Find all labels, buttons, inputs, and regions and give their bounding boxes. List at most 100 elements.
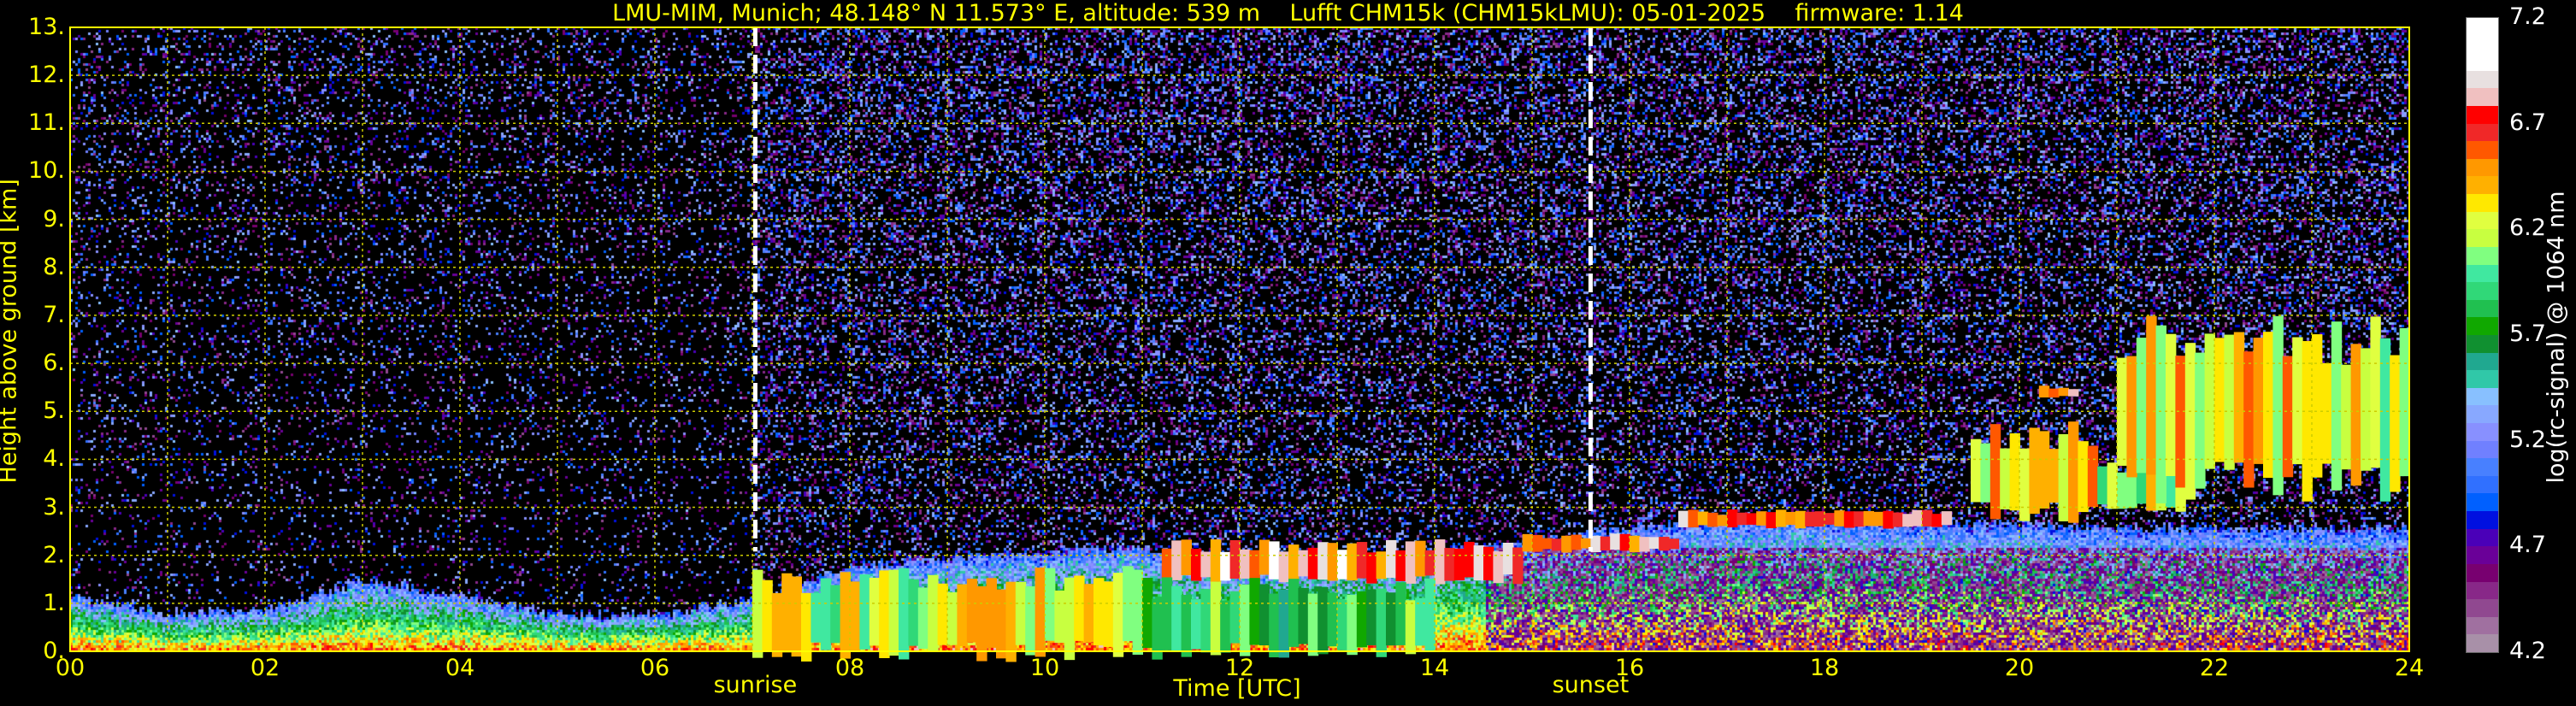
cloud-feature-mark (1922, 509, 1933, 527)
cloud-feature-mark (1630, 535, 1641, 553)
colorbar-swatch (2467, 352, 2498, 371)
cloud-feature-mark (869, 577, 881, 646)
x-tick-label: 22 (2199, 655, 2230, 681)
colorbar-swatch (2467, 334, 2498, 353)
colorbar-swatch (2467, 141, 2498, 159)
cloud-feature-mark (1288, 544, 1300, 584)
cloud-feature-mark (1035, 568, 1046, 657)
cloud-feature-mark (1483, 546, 1494, 580)
colorbar-swatch (2467, 511, 2498, 529)
cloud-feature-mark (791, 576, 802, 657)
cloud-feature-mark (1746, 513, 1758, 525)
cloud-feature-mark (1181, 594, 1192, 657)
cloud-feature-mark (1912, 509, 1923, 527)
y-tick-label: 11. (28, 109, 65, 137)
cloud-feature-mark (1727, 509, 1738, 528)
cloud-feature-mark (1045, 568, 1056, 641)
cloud-feature-mark (888, 569, 899, 656)
cloud-feature-mark (859, 574, 870, 650)
cloud-feature-mark (840, 572, 851, 659)
cloud-feature-mark (1805, 511, 1816, 527)
cloud-feature-mark (1395, 582, 1406, 645)
cloud-feature-mark (1971, 438, 1982, 503)
colorbar-swatch (2467, 35, 2498, 54)
cloud-feature-mark (1220, 600, 1231, 653)
colorbar-tick-label: 7.2 (2509, 3, 2546, 30)
cloud-feature-mark (2341, 364, 2352, 470)
colorbar-swatch (2467, 70, 2498, 89)
cloud-feature-mark (1347, 543, 1358, 581)
cloud-feature-mark (1229, 539, 1241, 580)
colorbar-swatch (2467, 176, 2498, 195)
colorbar-swatch (2467, 123, 2498, 142)
cloud-feature-mark (1054, 590, 1065, 644)
y-tick-label: 4. (43, 445, 65, 473)
cloud-feature-mark (1386, 539, 1397, 579)
cloud-feature-mark (1259, 539, 1270, 575)
sunset-label: sunset (1552, 672, 1630, 698)
cloud-feature-mark (1327, 543, 1338, 581)
cloud-feature-mark (976, 585, 987, 662)
cloud-feature-mark (1707, 512, 1718, 527)
cloud-feature-mark (1892, 512, 1904, 527)
cloud-feature-mark (2350, 344, 2361, 486)
cloud-feature-mark (1298, 587, 1309, 644)
cloud-feature-mark (1697, 511, 1709, 526)
colorbar-swatch (2467, 53, 2498, 71)
cloud-feature-mark (1854, 511, 1865, 527)
cloud-feature-mark (1453, 548, 1465, 580)
cloud-feature-mark (1843, 511, 1855, 528)
y-tick-label: 2. (43, 541, 65, 568)
cloud-feature-mark (1200, 589, 1211, 653)
cloud-feature-mark (1824, 513, 1836, 525)
cloud-feature-mark (1317, 586, 1329, 655)
cloud-feature-mark (1600, 536, 1612, 550)
y-tick-label: 7. (43, 301, 65, 328)
colorbar-swatch (2467, 88, 2498, 107)
y-tick-label: 8. (43, 253, 65, 280)
cloud-feature-mark (2321, 362, 2332, 464)
colorbar-swatch (2467, 194, 2498, 212)
cloud-feature-mark (2175, 356, 2186, 488)
x-tick-label: 04 (445, 655, 475, 681)
cloud-feature-mark (1249, 578, 1260, 645)
cloud-feature-mark (2029, 427, 2040, 515)
cloud-feature-mark (2166, 333, 2177, 476)
cloud-feature-mark (1142, 578, 1153, 649)
cloud-feature-mark (1288, 579, 1300, 647)
cloud-feature-mark (2087, 445, 2099, 508)
cloud-feature-mark (1317, 542, 1329, 580)
colorbar-swatch (2467, 599, 2498, 617)
cloud-feature-mark (2038, 431, 2050, 509)
cloud-feature-mark (2038, 385, 2050, 398)
colorbar-swatch (2467, 264, 2498, 283)
cloud-feature-mark (1083, 584, 1094, 643)
cloud-feature-mark (1863, 510, 1874, 527)
cloud-feature-mark (947, 592, 958, 645)
cloud-feature-mark (1980, 443, 1991, 503)
x-tick-label: 10 (1029, 655, 1060, 681)
cloud-feature-mark (1366, 552, 1377, 584)
cloud-feature-mark (2000, 448, 2011, 509)
y-tick-label: 12. (28, 62, 65, 89)
cloud-feature-mark (2146, 315, 2157, 475)
cloud-feature-mark (1103, 581, 1114, 647)
cloud-feature-mark (2243, 351, 2255, 488)
y-axis-label: Height above ground [km] (0, 179, 22, 484)
cloud-feature-mark (1435, 539, 1446, 585)
cloud-feature-mark (1736, 512, 1748, 526)
cloud-feature-mark (1639, 537, 1650, 552)
cloud-feature-mark (1561, 535, 1572, 553)
cloud-feature-mark (1191, 549, 1202, 581)
cloud-feature-mark (2048, 388, 2060, 398)
cloud-feature-mark (1571, 534, 1582, 550)
cloud-feature-mark (1229, 591, 1241, 644)
y-tick-label: 1. (43, 589, 65, 616)
cloud-feature-mark (1415, 540, 1426, 577)
cloud-feature-mark (957, 584, 968, 646)
cloud-feature-mark (2390, 355, 2401, 492)
cloud-feature-mark (1717, 515, 1728, 527)
colorbar-swatch (2467, 317, 2498, 335)
cloud-feature-mark (1834, 510, 1845, 527)
colorbar-swatch (2467, 475, 2498, 494)
